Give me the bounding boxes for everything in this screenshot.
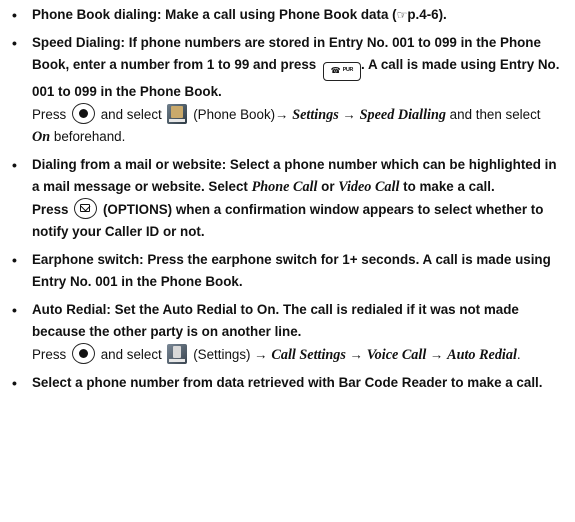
item-text: Speed Dialing: If phone numbers are stor…	[32, 32, 561, 103]
item-text: Earphone switch: Press the earphone swit…	[32, 252, 551, 289]
bullet: •	[12, 35, 17, 51]
app-name: (Settings)	[193, 347, 251, 362]
instruction-text: Press and select (Settings) → Call Setti…	[32, 343, 561, 366]
menu-speed-dialling: Speed Dialling	[359, 107, 446, 123]
arrow: →	[275, 107, 289, 122]
heading-text: Phone Book dialing: Make a call using Ph…	[32, 7, 397, 22]
period: .	[516, 347, 521, 362]
beforehand-label: beforehand.	[53, 129, 126, 144]
press-label: Press	[32, 202, 69, 217]
arrow: →	[349, 347, 364, 362]
item-text: Auto Redial: Set the Auto Redial to On. …	[32, 302, 519, 339]
bullet: •	[12, 7, 17, 23]
or-label: or	[321, 179, 335, 194]
heading-text-end: to make a call.	[403, 179, 495, 194]
arrow: →	[430, 347, 444, 362]
and-then-label: and then select	[449, 107, 541, 122]
option-on: On	[32, 129, 51, 145]
page-reference[interactable]: p.4-6).	[407, 7, 446, 22]
app-name: (Phone Book)	[193, 107, 276, 122]
reference-icon: ☞	[396, 8, 408, 22]
phone-book-app-icon	[167, 104, 188, 124]
center-key-icon	[71, 343, 95, 364]
list-item: • Select a phone number from data retrie…	[12, 372, 561, 394]
center-key-icon	[71, 103, 95, 124]
bullet: •	[12, 252, 17, 268]
settings-app-icon	[167, 344, 188, 364]
list-item: • Earphone switch: Press the earphone sw…	[12, 249, 561, 293]
menu-call-settings: Call Settings	[271, 347, 346, 363]
call-key-icon: ☎ ᴾᵁᴿ	[323, 62, 361, 81]
item-text: Dialing from a mail or website: Select a…	[32, 154, 561, 198]
and-select-label: and select	[100, 347, 162, 362]
menu-voice-call: Voice Call	[366, 347, 427, 363]
list-item: • Speed Dialing: If phone numbers are st…	[12, 32, 561, 148]
bullet: •	[12, 375, 17, 391]
manual-page: • Phone Book dialing: Make a call using …	[0, 0, 575, 522]
menu-auto-redial: Auto Redial	[447, 347, 517, 363]
bullet: •	[12, 157, 17, 173]
options-text: (OPTIONS) when a confirmation window app…	[32, 202, 544, 239]
menu-settings: Settings	[292, 107, 339, 123]
list-item: • Phone Book dialing: Make a call using …	[12, 4, 561, 26]
option-video-call: Video Call	[338, 179, 400, 195]
arrow: →	[342, 107, 356, 122]
press-label: Press	[32, 107, 67, 122]
item-text: Phone Book dialing: Make a call using Ph…	[32, 4, 561, 26]
item-text: Select a phone number from data retrieve…	[32, 375, 543, 390]
list-item: • Dialing from a mail or website: Select…	[12, 154, 561, 243]
arrow: →	[254, 347, 268, 362]
bullet: •	[12, 302, 17, 318]
press-label: Press	[32, 347, 67, 362]
instruction-text: Press (OPTIONS) when a confirmation wind…	[32, 198, 561, 243]
and-select-label: and select	[100, 107, 162, 122]
mail-key-icon	[74, 198, 98, 219]
option-phone-call: Phone Call	[251, 179, 318, 195]
instruction-text: Press and select (Phone Book)→ Settings …	[32, 103, 561, 148]
list-item: • Auto Redial: Set the Auto Redial to On…	[12, 299, 561, 366]
